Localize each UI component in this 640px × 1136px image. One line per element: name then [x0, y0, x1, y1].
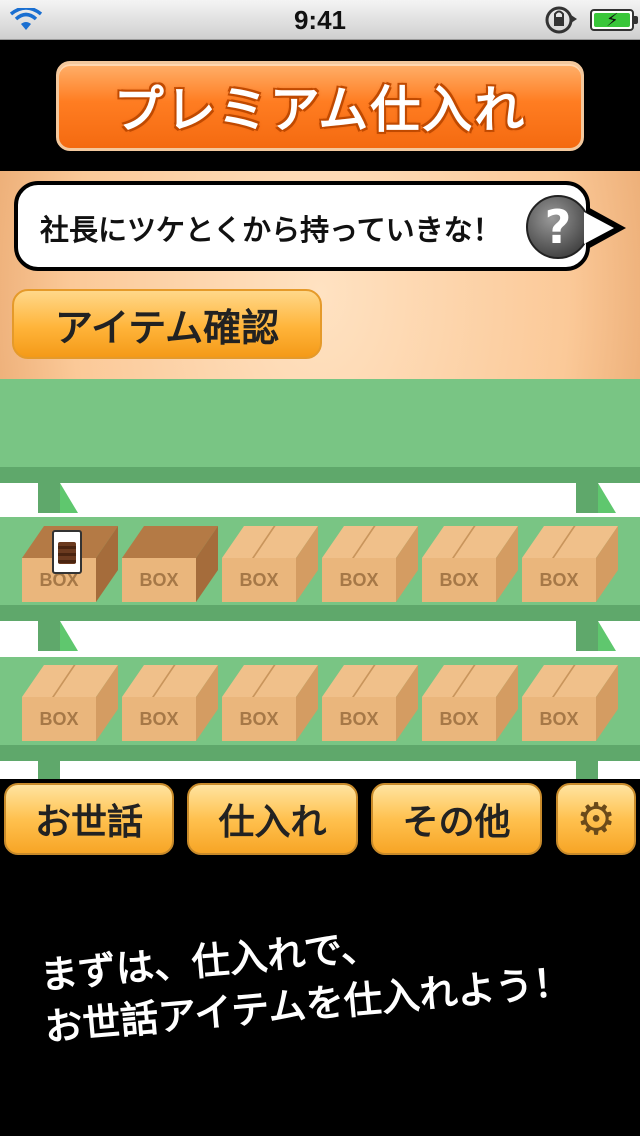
- box-slot[interactable]: BOX: [22, 665, 118, 741]
- shelf-leg: [576, 483, 598, 513]
- rotation-lock-icon: [545, 6, 577, 34]
- tutorial-area: まずは、仕入れで、 お世話アイテムを仕入れよう！: [0, 860, 640, 1136]
- box-label: BOX: [139, 709, 179, 729]
- premium-stock-button[interactable]: プレミアム仕入れ: [56, 61, 584, 151]
- box-label: BOX: [139, 570, 179, 590]
- shelf-leg: [38, 761, 60, 779]
- box-slot[interactable]: BOX: [122, 526, 218, 602]
- tab-other[interactable]: その他: [371, 783, 542, 855]
- box-slot[interactable]: BOX: [222, 665, 318, 741]
- battery-charging-icon: ⚡: [590, 9, 638, 31]
- shelf-board-edge: [0, 605, 640, 621]
- speech-bubble-text: 社長にツケとくから持っていきな！: [40, 213, 502, 247]
- shelf-leg: [576, 761, 598, 779]
- top-area: プレミアム仕入れ: [0, 41, 640, 171]
- tab-bar: お世話 仕入れ その他 ⚙: [0, 779, 640, 859]
- shelf-leg-brace: [60, 621, 78, 651]
- speech-bubble-tail-fill: [584, 212, 614, 244]
- shelf-leg: [576, 621, 598, 651]
- box-label: BOX: [339, 709, 379, 729]
- box-label: BOX: [239, 570, 279, 590]
- box-slot[interactable]: BOX: [522, 665, 618, 741]
- shelf-board-edge: [0, 745, 640, 761]
- box-slot[interactable]: BOX: [322, 665, 418, 741]
- box-slot[interactable]: BOX: [422, 665, 518, 741]
- box-label: BOX: [539, 709, 579, 729]
- box-slot[interactable]: BOX: [522, 526, 618, 602]
- box-label: BOX: [39, 709, 79, 729]
- shelf-top-board: [0, 379, 640, 477]
- tab-care[interactable]: お世話: [4, 783, 174, 855]
- shelf-leg-brace: [598, 483, 616, 513]
- box-slot[interactable]: BOX: [322, 526, 418, 602]
- settings-button[interactable]: ⚙: [556, 783, 636, 855]
- box-label: BOX: [339, 570, 379, 590]
- box-slot[interactable]: BOX: [22, 526, 118, 602]
- tutorial-text: まずは、仕入れで、 お世話アイテムを仕入れよう！: [38, 924, 573, 1050]
- box-slot[interactable]: BOX: [422, 526, 518, 602]
- box-label: BOX: [239, 709, 279, 729]
- box-label: BOX: [439, 570, 479, 590]
- speech-bubble: 社長にツケとくから持っていきな！ ?: [14, 181, 590, 271]
- status-bar: 9:41 ⚡: [0, 0, 640, 40]
- shelf-leg-brace: [60, 483, 78, 513]
- shelf-leg: [38, 621, 60, 651]
- shelf-leg: [38, 483, 60, 513]
- box-label: BOX: [439, 709, 479, 729]
- box-slot[interactable]: BOX: [222, 526, 318, 602]
- help-icon[interactable]: ?: [526, 195, 590, 259]
- shelf-leg-brace: [598, 621, 616, 651]
- item-check-button[interactable]: アイテム確認: [12, 289, 322, 359]
- box-slot[interactable]: BOX: [122, 665, 218, 741]
- chocolate-item-icon[interactable]: [52, 530, 82, 574]
- gear-icon: ⚙: [576, 793, 616, 845]
- tab-stock[interactable]: 仕入れ: [187, 783, 358, 855]
- shop-scene: BOX BOX BOX BOX BOX BOX BOX BOX BOX BOX …: [0, 171, 640, 779]
- shelf-top-edge: [0, 467, 640, 483]
- box-label: BOX: [539, 570, 579, 590]
